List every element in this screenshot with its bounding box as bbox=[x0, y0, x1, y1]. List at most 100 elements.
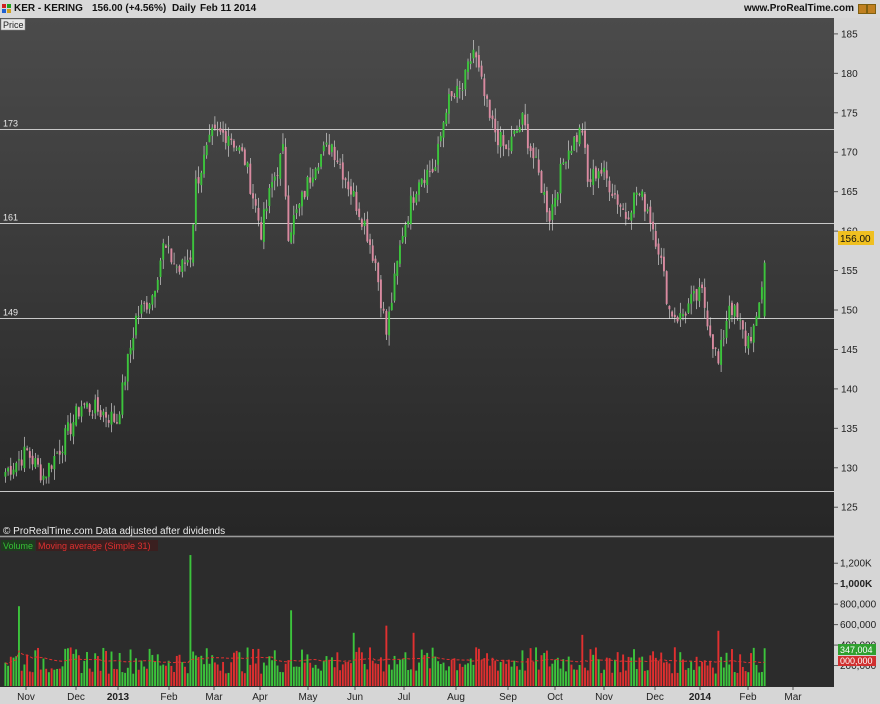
candle bbox=[135, 313, 137, 339]
volume-bar bbox=[750, 653, 752, 686]
volume-bar bbox=[211, 655, 214, 686]
volume-bar bbox=[709, 661, 712, 686]
price-panel-label: Price bbox=[3, 20, 24, 30]
volume-bar bbox=[371, 660, 374, 686]
volume-bar bbox=[407, 670, 410, 686]
volume-bar bbox=[298, 666, 301, 686]
volume-bar bbox=[303, 662, 306, 686]
volume-bar bbox=[758, 672, 761, 686]
window-controls-icon[interactable] bbox=[858, 4, 876, 14]
volume-bar bbox=[529, 648, 532, 686]
instrument-symbol[interactable]: KER - KERING bbox=[14, 0, 83, 18]
volume-bar bbox=[121, 672, 124, 686]
volume-bar bbox=[494, 660, 497, 686]
volume-bar bbox=[192, 651, 195, 686]
volume-bar bbox=[548, 666, 551, 686]
volume-bar bbox=[333, 667, 336, 686]
volume-bar bbox=[379, 657, 382, 686]
volume-bar bbox=[208, 663, 211, 686]
volume-bar bbox=[67, 648, 69, 686]
volume-bar bbox=[148, 648, 151, 686]
volume-bar bbox=[290, 610, 293, 686]
volume-bar bbox=[238, 652, 241, 686]
price-tick-label: 180 bbox=[841, 69, 858, 80]
volume-bar bbox=[643, 670, 646, 686]
volume-bar bbox=[537, 669, 540, 686]
volume-bar bbox=[458, 663, 461, 686]
volume-bar bbox=[341, 664, 344, 686]
volume-bar bbox=[382, 671, 385, 686]
volume-bar bbox=[603, 669, 606, 686]
period-selector[interactable]: Daily bbox=[172, 0, 196, 18]
volume-bar bbox=[20, 670, 23, 686]
volume-bar bbox=[594, 647, 597, 686]
volume-bar bbox=[181, 662, 184, 686]
volume-bar bbox=[676, 672, 679, 686]
volume-bar bbox=[592, 654, 595, 686]
volume-bar bbox=[227, 672, 230, 686]
volume-bar bbox=[311, 667, 314, 686]
volume-bar bbox=[516, 666, 518, 686]
volume-bar bbox=[83, 660, 86, 686]
volume-bar bbox=[469, 658, 472, 686]
price-tick-label: 150 bbox=[841, 306, 858, 317]
volume-bar bbox=[717, 630, 720, 686]
volume-bar bbox=[222, 661, 225, 686]
volume-bar bbox=[409, 669, 412, 686]
chart-title-bar: KER - KERING 156.00 (+4.56%) Daily Feb 1… bbox=[0, 0, 880, 18]
volume-bar bbox=[252, 649, 254, 686]
volume-bar bbox=[619, 672, 622, 686]
volume-bar bbox=[450, 659, 453, 686]
volume-bar bbox=[58, 668, 61, 686]
volume-bar bbox=[418, 662, 420, 686]
volume-bar bbox=[94, 653, 97, 686]
candle bbox=[573, 135, 576, 151]
volume-legend[interactable]: Volume bbox=[3, 541, 33, 551]
volume-bar bbox=[586, 670, 589, 686]
candle bbox=[488, 99, 491, 121]
price-tick-label: 170 bbox=[841, 148, 858, 159]
volume-bar bbox=[635, 669, 638, 686]
volume-bar bbox=[679, 652, 682, 686]
volume-bar bbox=[363, 664, 366, 686]
volume-bar bbox=[584, 667, 586, 686]
brand-link[interactable]: www.ProRealTime.com bbox=[744, 0, 854, 18]
volume-bar bbox=[690, 660, 693, 686]
volume-bar bbox=[437, 661, 440, 686]
volume-bar bbox=[358, 647, 361, 686]
volume-bar bbox=[505, 663, 508, 686]
volume-bar bbox=[714, 673, 717, 686]
volume-bar bbox=[314, 664, 317, 686]
volume-bar bbox=[322, 660, 325, 686]
volume-bar bbox=[420, 649, 423, 686]
price-volume-chart[interactable]: 173161149 185180175170165160155150145140… bbox=[0, 18, 880, 704]
volume-bar bbox=[722, 667, 725, 686]
volume-bar bbox=[135, 658, 137, 686]
volume-bar bbox=[545, 650, 548, 686]
volume-bar bbox=[456, 670, 459, 686]
volume-bar bbox=[649, 655, 652, 686]
date-tick-label: Sep bbox=[499, 692, 517, 703]
volume-bar bbox=[565, 671, 567, 686]
volume-bar bbox=[736, 672, 739, 686]
candle bbox=[192, 223, 195, 267]
volume-bar bbox=[488, 665, 491, 686]
volume-bar bbox=[230, 662, 233, 686]
level-label-149: 149 bbox=[3, 308, 18, 318]
volume-bar bbox=[396, 664, 399, 686]
volume-bar bbox=[56, 668, 59, 686]
volume-bar bbox=[513, 660, 516, 686]
price-tick-label: 135 bbox=[841, 424, 858, 435]
volume-tick-label: 800,000 bbox=[840, 600, 877, 611]
volume-bar bbox=[186, 673, 189, 686]
volume-bar bbox=[64, 648, 67, 686]
moving-average-legend[interactable]: Moving average (Simple 31) bbox=[38, 541, 151, 551]
copyright-note: © ProRealTime.com Data adjusted after di… bbox=[3, 526, 225, 537]
candle bbox=[306, 175, 309, 200]
volume-bar bbox=[175, 655, 178, 686]
volume-bar bbox=[336, 652, 339, 686]
volume-bar bbox=[80, 673, 83, 686]
date-tick-label: Oct bbox=[547, 692, 563, 703]
volume-bar bbox=[184, 666, 186, 686]
volume-bar bbox=[646, 670, 649, 686]
